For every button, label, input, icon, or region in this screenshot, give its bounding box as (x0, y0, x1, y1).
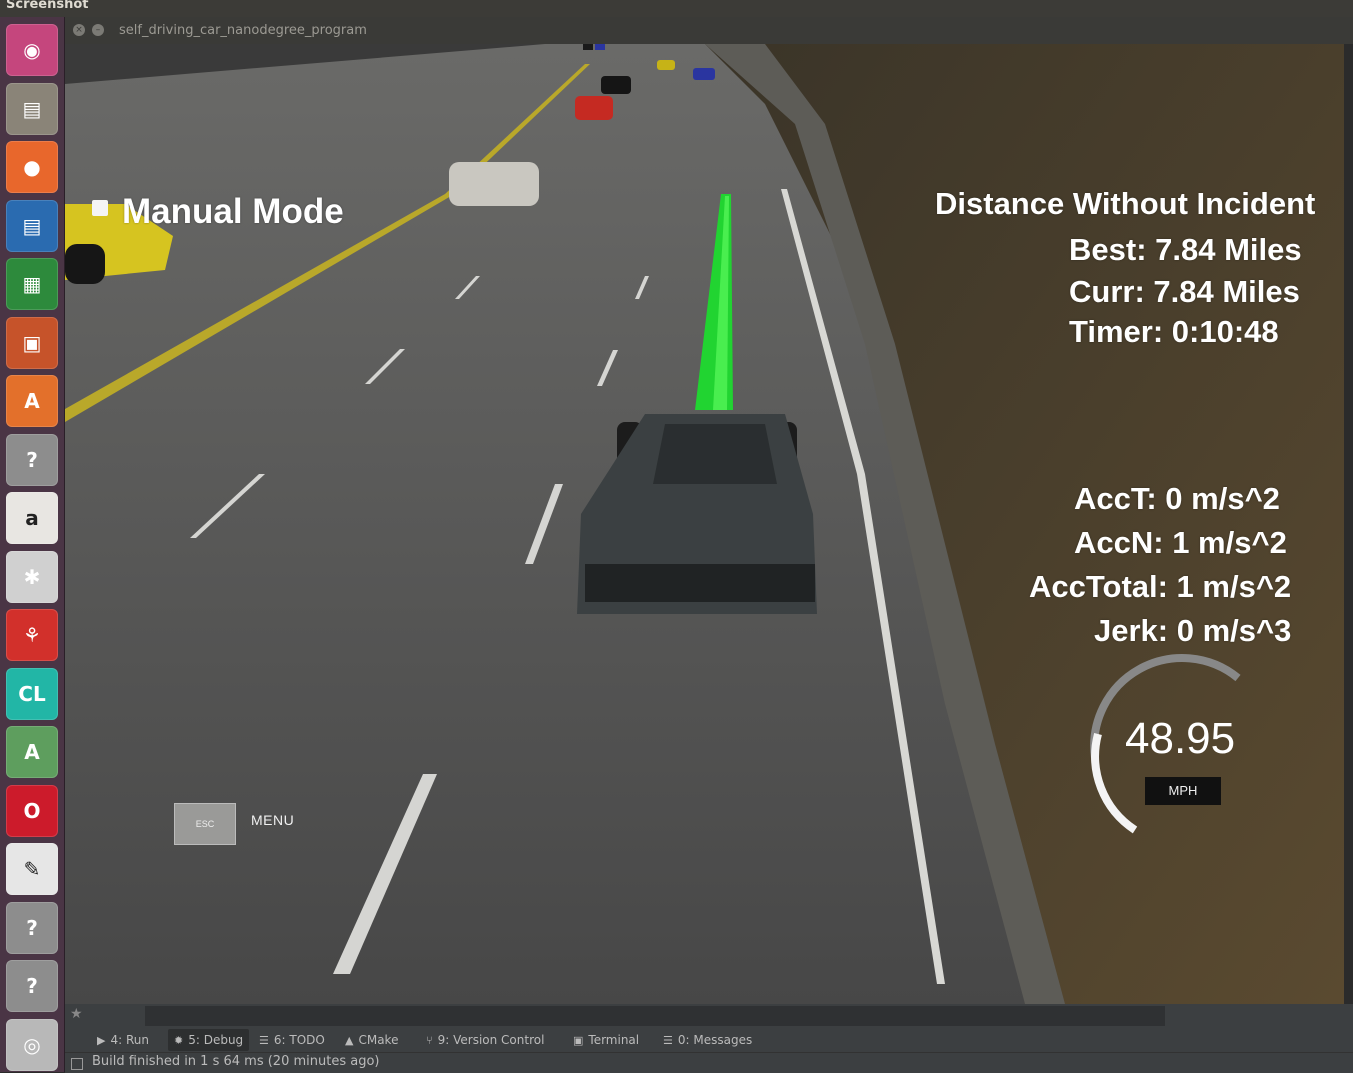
launcher: ◉ ▤ ● ▤ ▦ ▣ A? a ✱ ⚘ CL A O ✎?? ◎ (0, 17, 65, 1072)
jerk: Jerk: 0 m/s^3 (1094, 613, 1292, 648)
ide-tool-tabs: ▶ 4: Run ✹ 5: Debug ☰ 6: TODO ▲ CMake ⑂ 9: Versio… (65, 1028, 1353, 1052)
acc-n: AccN: 1 m/s^2 (1074, 525, 1287, 560)
calc-icon[interactable]: ▦ (6, 258, 58, 310)
acc-total: AccTotal: 1 m/s^2 (1029, 569, 1292, 604)
tool-tab-icon: ✹ (174, 1034, 184, 1047)
simulator-view: Manual Mode Distance Without Incident Be… (65, 44, 1344, 1004)
unknown-app-icon-3[interactable]: ? (6, 960, 58, 1012)
system-settings-icon[interactable]: ✱ (6, 550, 58, 603)
horizontal-scrollbar[interactable] (145, 1006, 1165, 1026)
tool-tab-icon: ▶ (97, 1034, 106, 1047)
speed-value: 48.95 (1125, 714, 1236, 763)
tool-tab[interactable]: ⑂ 9: Version Control (426, 1033, 544, 1047)
tool-tab-label: 4: Run (110, 1033, 149, 1047)
text-editor-icon[interactable]: ✎ (6, 843, 58, 895)
current-distance: Curr: 7.84 Miles (1069, 274, 1300, 309)
status-text: Build finished in 1 s 64 ms (20 minutes … (92, 1054, 380, 1069)
tool-tab-label: CMake (358, 1033, 399, 1047)
tool-tab[interactable]: ✹ 5: Debug (168, 1029, 250, 1051)
window-title: self_driving_car_nanodegree_program (119, 23, 367, 38)
tool-tab-icon: ⑂ (426, 1034, 433, 1047)
screenshot-camera-icon[interactable]: ◎ (6, 1018, 58, 1071)
speed-unit: MPH (1145, 777, 1221, 805)
tool-tab-icon: ☰ (663, 1034, 673, 1047)
timer: Timer: 0:10:48 (1069, 314, 1279, 349)
tool-tab-label: Terminal (588, 1033, 640, 1047)
software-center-icon[interactable]: A (6, 375, 58, 427)
top-panel-title: Screenshot (6, 0, 89, 12)
writer-icon[interactable]: ▤ (6, 199, 58, 252)
tool-tab-icon: ☰ (259, 1034, 269, 1047)
tool-tab[interactable]: ▣ Terminal (573, 1033, 639, 1047)
tool-tab[interactable]: ▲ CMake (345, 1033, 398, 1047)
driving-mode-label: Manual Mode (122, 192, 344, 231)
tool-tab[interactable]: ▶ 4: Run (97, 1033, 149, 1047)
unknown-app-icon[interactable]: ? (6, 433, 58, 486)
impress-icon[interactable]: ▣ (6, 316, 58, 369)
status-bar: Build finished in 1 s 64 ms (20 minutes … (65, 1052, 1353, 1073)
minimize-window-button[interactable]: – (92, 24, 104, 36)
ubuntu-dash-icon[interactable]: ◉ (6, 24, 58, 76)
mode-checkbox[interactable] (92, 200, 108, 216)
acc-t: AccT: 0 m/s^2 (1074, 481, 1280, 516)
files-icon[interactable]: ▤ (6, 82, 58, 135)
menu-label: MENU (251, 812, 295, 828)
software-updater-icon[interactable]: A (6, 726, 58, 778)
opera-icon[interactable]: O (6, 784, 58, 837)
esc-button[interactable]: ESC (174, 803, 236, 845)
tool-tab-label: 9: Version Control (437, 1033, 545, 1047)
top-panel: Screenshot (0, 0, 1353, 17)
best-distance: Best: 7.84 Miles (1069, 232, 1302, 267)
tool-tab[interactable]: ☰ 0: Messages (663, 1033, 752, 1047)
favorites-star-icon[interactable]: ★ (70, 1006, 83, 1022)
ide-toolstrip: ★ (65, 1004, 1353, 1028)
distance-title: Distance Without Incident (935, 186, 1316, 221)
amazon-icon[interactable]: a (6, 492, 58, 544)
tool-tab-label: 5: Debug (188, 1033, 244, 1047)
close-window-button[interactable]: × (73, 24, 85, 36)
tool-tab-icon: ▣ (573, 1034, 584, 1047)
tool-tab-label: 6: TODO (273, 1033, 325, 1047)
app-red-icon[interactable]: ⚘ (6, 609, 58, 661)
unknown-app-icon-2[interactable]: ? (6, 901, 58, 954)
tool-tab-label: 0: Messages (677, 1033, 753, 1047)
tool-tab-icon: ▲ (345, 1034, 354, 1047)
clion-icon[interactable]: CL (6, 667, 58, 720)
tool-tab[interactable]: ☰ 6: TODO (259, 1033, 325, 1047)
window-titlebar: × – self_driving_car_nanodegree_program (65, 17, 1353, 44)
tool-window-toggle-icon[interactable] (71, 1058, 83, 1070)
firefox-icon[interactable]: ● (6, 141, 58, 193)
